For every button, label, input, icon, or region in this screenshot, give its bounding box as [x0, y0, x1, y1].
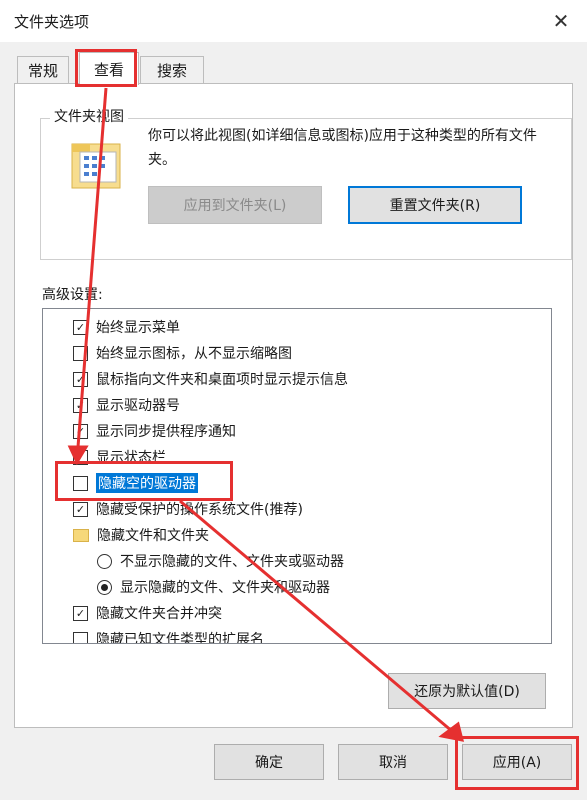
close-icon[interactable]: ✕ [546, 6, 576, 36]
list-item[interactable]: 不显示隐藏的文件、文件夹或驱动器 [97, 549, 344, 573]
list-item-hide-empty-drives[interactable]: 隐藏空的驱动器 [73, 471, 198, 495]
tab-search[interactable]: 搜索 [140, 56, 204, 84]
folder-views-label: 文件夹视图 [50, 106, 128, 126]
folder-view-icon [71, 143, 121, 189]
checkbox[interactable] [73, 631, 88, 643]
window-title: 文件夹选项 [14, 13, 90, 31]
checkbox[interactable]: ✓ [73, 371, 88, 387]
list-item[interactable]: 始终显示图标，从不显示缩略图 [73, 341, 292, 365]
checkbox[interactable]: ✓ [73, 501, 88, 517]
checkbox[interactable]: ✓ [73, 605, 88, 621]
list-item[interactable]: ✓ 隐藏文件夹合并冲突 [73, 601, 222, 625]
list-item[interactable]: ✓ 始终显示菜单 [73, 315, 180, 339]
apply-to-folders-button[interactable]: 应用到文件夹(L) [148, 186, 322, 224]
folder-icon [73, 528, 89, 542]
reset-folders-button[interactable]: 重置文件夹(R) [348, 186, 522, 224]
list-item[interactable]: ✓ 鼠标指向文件夹和桌面项时显示提示信息 [73, 367, 348, 391]
tab-general[interactable]: 常规 [17, 56, 69, 84]
advanced-settings-list[interactable]: ✓ 始终显示菜单 始终显示图标，从不显示缩略图 ✓ 鼠标指向文件夹和桌面项时显示提示… [42, 308, 552, 644]
checkbox[interactable]: ✓ [73, 319, 88, 335]
checkbox[interactable] [73, 345, 88, 361]
cancel-button[interactable]: 取消 [338, 744, 448, 780]
list-item[interactable]: 显示隐藏的文件、文件夹和驱动器 [97, 575, 330, 599]
list-item[interactable]: ✓ 显示同步提供程序通知 [73, 419, 236, 443]
list-item[interactable]: ✓ 隐藏受保护的操作系统文件(推荐) [73, 497, 303, 521]
list-item[interactable]: 隐藏已知文件类型的扩展名 [73, 627, 264, 643]
apply-button[interactable]: 应用(A) [462, 744, 572, 780]
restore-defaults-button[interactable]: 还原为默认值(D) [388, 673, 546, 709]
checkbox[interactable] [73, 475, 88, 491]
list-item-folder-group: 隐藏文件和文件夹 [73, 523, 209, 547]
checkbox[interactable]: ✓ [73, 423, 88, 439]
radio-button[interactable] [97, 553, 112, 569]
list-item[interactable]: ✓ 显示状态栏 [73, 445, 166, 469]
radio-button[interactable] [97, 579, 112, 595]
checkbox[interactable]: ✓ [73, 449, 88, 465]
ok-button[interactable]: 确定 [214, 744, 324, 780]
checkbox[interactable]: ✓ [73, 397, 88, 413]
folder-views-description: 你可以将此视图(如详细信息或图标)应用于这种类型的所有文件夹。 [148, 128, 537, 168]
advanced-settings-label: 高级设置: [42, 287, 103, 303]
list-item[interactable]: ✓ 显示驱动器号 [73, 393, 180, 417]
tab-view[interactable]: 查看 [79, 52, 139, 85]
